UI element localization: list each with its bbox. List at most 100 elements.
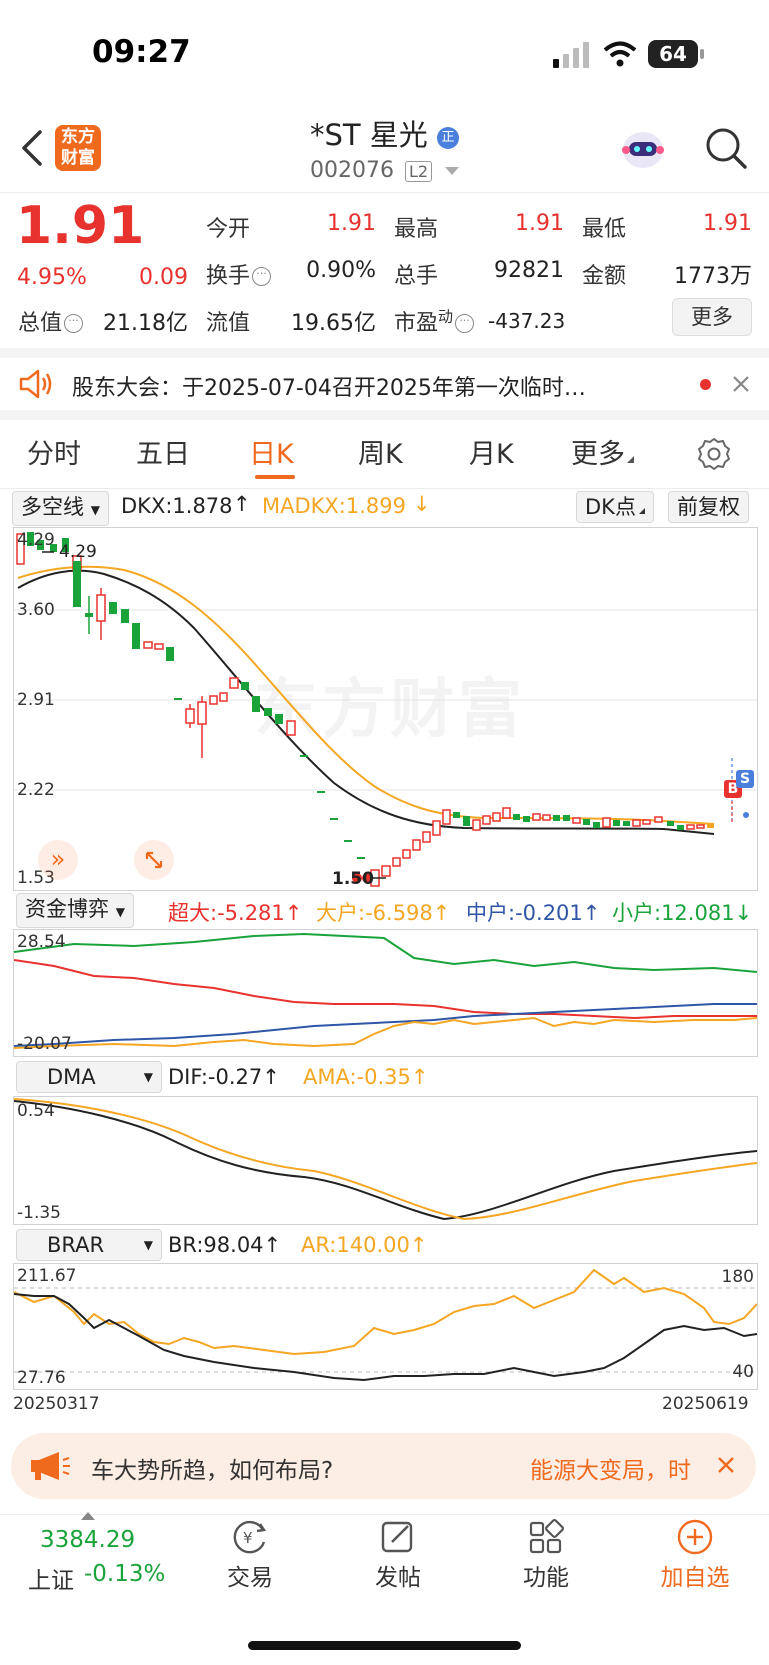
fund-large: 大户:-6.598↑ [316,901,451,925]
kline-svg [14,532,757,887]
megaphone-icon [29,1450,71,1482]
total-cap-label: 总值 ··· [18,305,84,337]
dma-select-label: DMA [47,1065,96,1089]
more-quote-button[interactable]: 更多 [672,298,752,336]
fund-flow-svg [14,932,757,1049]
nav-post-label: 发帖 [375,1565,421,1591]
tab-zhouk[interactable]: 周K [358,432,403,471]
index-value: 3384.29 [40,1527,136,1553]
fund-flow-y-top: 28.54 [17,932,66,952]
dropdown-arrow-icon: ▼ [90,503,100,517]
s-marker[interactable]: S [736,770,754,788]
kline-indicator-select[interactable]: 多空线 ▼ [12,491,109,526]
collapse-up-icon[interactable] [81,1512,95,1520]
fund-small: 小户:12.081↓ [612,901,753,925]
corner-triangle-icon [627,456,634,463]
active-tab-underline [255,475,295,479]
brar-y-bottom: 27.76 [17,1368,66,1388]
brar-chart[interactable]: 211.67 27.76 180 40 [13,1263,758,1390]
dma-ama-text: AMA:-0.35 [303,1065,411,1089]
brar-ref-high: 180 [721,1267,754,1287]
fullscreen-icon[interactable] [134,840,174,880]
dma-y-top: 0.54 [17,1101,55,1121]
notice-dot [700,379,711,390]
grid-icon [504,1518,588,1558]
nav-functions[interactable]: 功能 [504,1518,588,1592]
dma-chart[interactable]: 0.54 -1.35 [13,1096,758,1225]
float-cap-label: 流值 [206,311,251,336]
brar-y-top: 211.67 [17,1266,77,1286]
nav-trade[interactable]: ¥ 交易 [208,1518,292,1592]
nav-add-watchlist[interactable]: 加自选 [650,1518,740,1592]
dropdown-arrow-icon: ▼ [143,1070,153,1084]
adjust-button[interactable]: 前复权 [668,491,749,523]
kline-low-marker: 1.50 [332,869,374,889]
pe-label: 市盈动 ··· [394,305,475,337]
high-label: 最高 [394,217,439,242]
wifi-icon [603,40,637,68]
amount-label: 金额 [582,264,627,289]
dropdown-arrow-icon: ▼ [115,905,125,919]
kline-y-label: 4.29 [17,530,55,550]
nav-functions-label: 功能 [523,1565,569,1591]
chevron-down-icon [445,167,460,175]
tab-more[interactable]: 更多 [571,432,634,471]
dma-svg [14,1098,757,1221]
close-icon[interactable] [716,1455,736,1475]
kline-chart[interactable]: 东方财富 [13,527,758,891]
info-icon[interactable]: ··· [252,267,272,286]
turnover-label: 换手 ··· [206,258,272,290]
brar-select[interactable]: BRAR ▼ [16,1229,162,1261]
brar-br-text: BR:98.04 [168,1233,264,1257]
stock-code: 002076 [309,158,394,183]
low-value: 1.91 [703,211,752,236]
volume-label: 总手 [394,264,439,289]
notice-text[interactable]: 股东大会：于2025-07-04召开2025年第一次临时… [72,370,672,402]
info-icon[interactable]: ··· [64,314,84,333]
gear-icon[interactable] [697,437,731,471]
battery-level: 64 [659,42,687,66]
info-icon[interactable]: ··· [455,314,475,333]
fund-super-large-text: 超大:-5.281 [168,901,285,925]
status-time: 09:27 [92,34,191,70]
tab-rik[interactable]: 日K [249,432,294,471]
official-badge: 正 [437,127,460,149]
pe-label-text: 市盈 [394,311,439,336]
open-value: 1.91 [327,211,376,236]
low-label: 最低 [582,217,627,242]
fund-medium-text: 中户:-0.201 [466,901,583,925]
tab-wuri[interactable]: 五日 [136,432,190,471]
dma-ama: AMA:-0.35↑ [303,1065,429,1089]
pe-sup: 动 [438,307,454,326]
robot-assistant-icon[interactable] [618,124,668,172]
total-cap-value: 21.18亿 [103,311,188,336]
fund-large-text: 大户:-6.598 [316,901,433,925]
ad-banner[interactable]: 车大势所趋，如何布局? 能源大变局，时 [11,1433,756,1499]
tab-fenshi[interactable]: 分时 [27,432,81,471]
tab-yuek[interactable]: 月K [469,432,514,471]
dma-dif-text: DIF:-0.27 [168,1065,263,1089]
dkx-value: DKX:1.878 [121,494,233,518]
dk-point-button[interactable]: DK点 [576,491,654,523]
turnover-label-text: 换手 [206,264,251,289]
float-cap-value: 19.65亿 [291,311,376,336]
pe-value: -437.23 [488,309,566,333]
amount-value: 1773万 [674,264,752,289]
brar-ar: AR:140.00↑ [301,1233,428,1257]
brar-br: BR:98.04↑ [168,1233,282,1257]
dk-point-label: DK点 [585,495,636,519]
dma-select[interactable]: DMA ▼ [16,1061,162,1093]
tab-more-label: 更多 [571,439,625,470]
fund-flow-select[interactable]: 资金博弈 ▼ [16,893,134,928]
open-label: 今开 [206,217,251,242]
index-name: 上证 [28,1568,74,1594]
fund-small-text: 小户:12.081 [612,901,735,925]
search-icon[interactable] [704,126,748,170]
close-icon[interactable] [731,374,751,394]
corner-triangle-icon [638,508,645,514]
expand-left-icon[interactable]: » [38,840,78,880]
nav-post[interactable]: 发帖 [356,1518,440,1592]
fund-medium: 中户:-0.201↑ [466,901,601,925]
date-start: 20250317 [13,1394,100,1414]
fund-flow-chart[interactable]: 28.54 -20.07 [13,929,758,1057]
